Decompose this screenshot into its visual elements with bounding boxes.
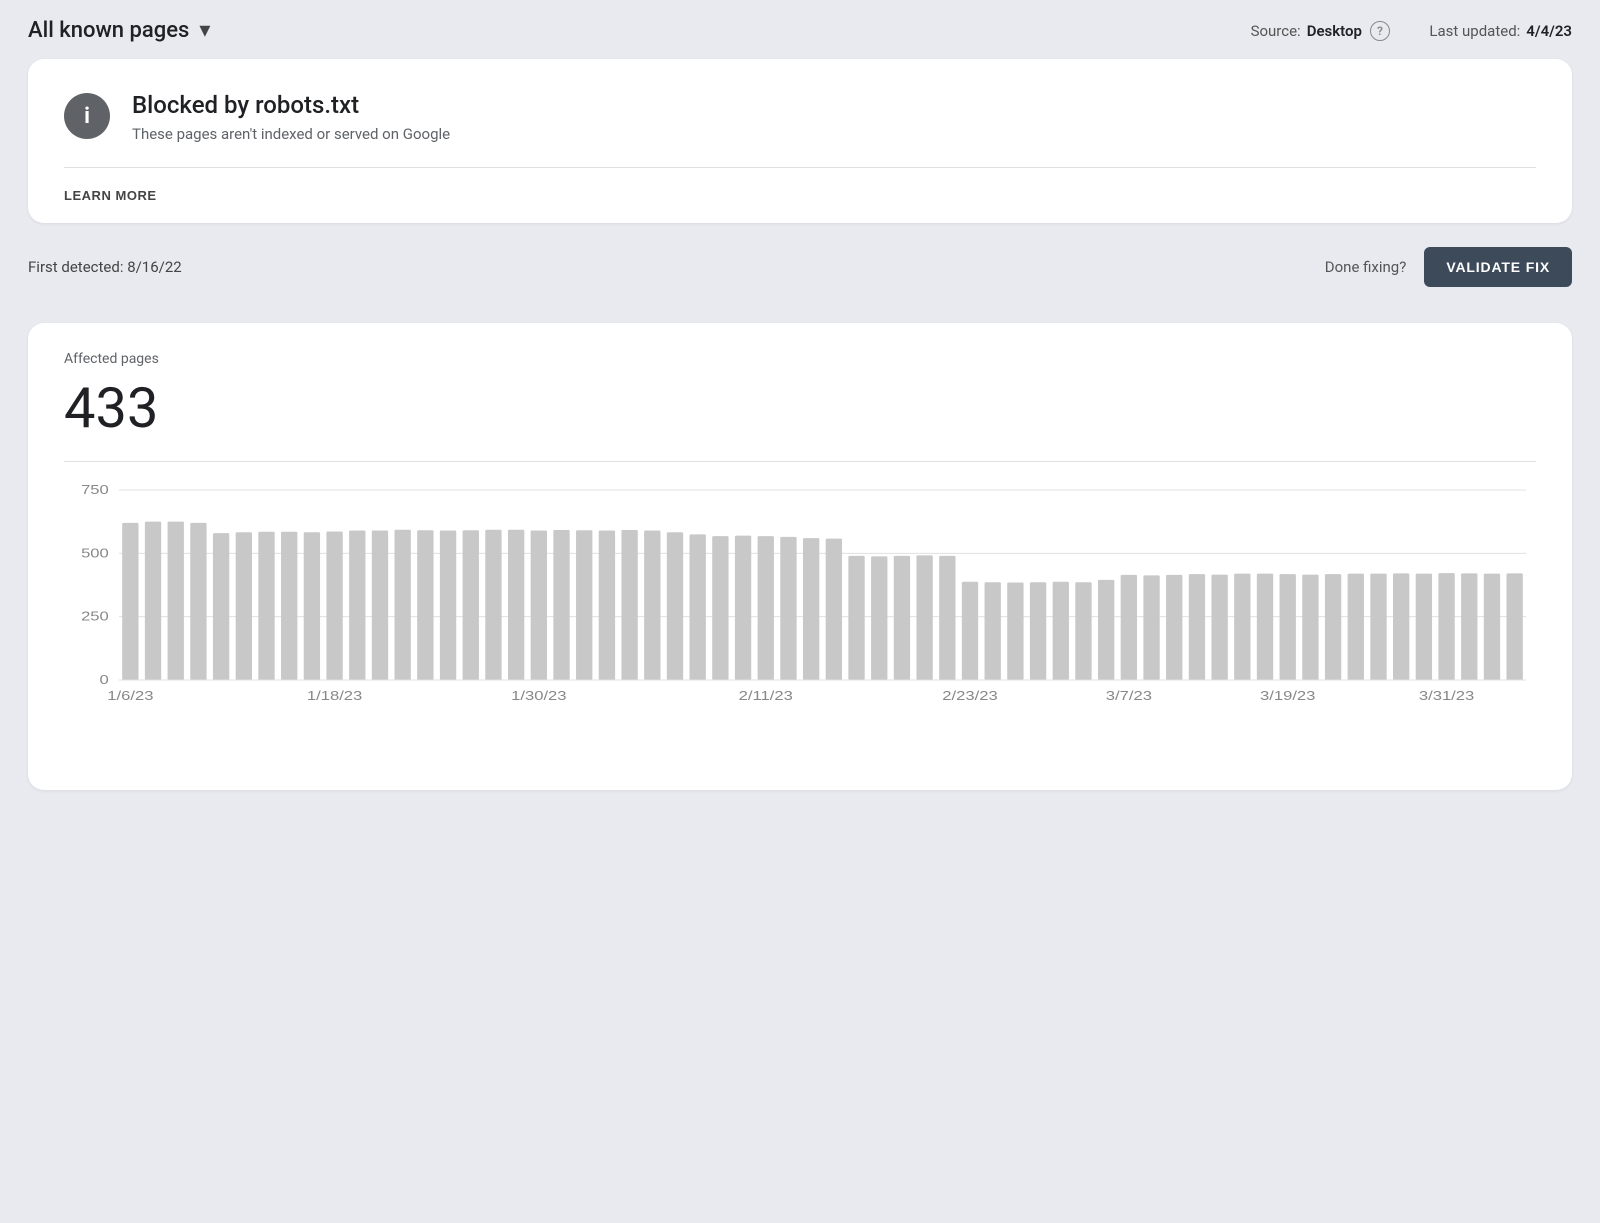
main-container: i Blocked by robots.txt These pages aren… xyxy=(0,59,1600,818)
source-value: Desktop xyxy=(1307,22,1362,40)
help-icon[interactable]: ? xyxy=(1370,21,1390,41)
affected-pages-count: 433 xyxy=(64,375,1536,441)
svg-text:2/23/23: 2/23/23 xyxy=(942,689,997,704)
info-card-title: Blocked by robots.txt xyxy=(132,91,450,119)
info-card-subtitle: These pages aren't indexed or served on … xyxy=(132,125,450,143)
top-bar-left: All known pages ▾ xyxy=(28,18,210,43)
svg-text:3/31/23: 3/31/23 xyxy=(1419,689,1474,704)
svg-text:750: 750 xyxy=(81,483,109,498)
detected-right: Done fixing? VALIDATE FIX xyxy=(1325,247,1572,287)
affected-pages-card: Affected pages 433 0 250 500 750 1/6/23 1/18/… xyxy=(28,323,1572,790)
updated-value: 4/4/23 xyxy=(1526,22,1572,40)
updated-label: Last updated: xyxy=(1429,22,1520,40)
svg-text:1/18/23: 1/18/23 xyxy=(307,689,362,704)
validate-fix-button[interactable]: VALIDATE FIX xyxy=(1424,247,1572,287)
svg-text:1/6/23: 1/6/23 xyxy=(107,689,153,704)
affected-pages-label: Affected pages xyxy=(64,351,1536,367)
svg-text:2/11/23: 2/11/23 xyxy=(739,689,793,704)
svg-text:500: 500 xyxy=(81,546,109,561)
top-bar: All known pages ▾ Source: Desktop ? Last… xyxy=(0,0,1600,59)
info-card-text: Blocked by robots.txt These pages aren't… xyxy=(132,91,450,143)
svg-text:3/7/23: 3/7/23 xyxy=(1106,689,1152,704)
chart-area: 0 250 500 750 1/6/23 1/18/23 1/30/23 2/11/23 2/2… xyxy=(64,462,1536,790)
chart-svg: 02505007501/6/231/18/231/30/232/11/232/2… xyxy=(119,480,1526,750)
info-icon: i xyxy=(64,93,110,139)
top-bar-right: Source: Desktop ? Last updated: 4/4/23 xyxy=(1251,21,1572,41)
svg-text:250: 250 xyxy=(81,609,109,624)
svg-text:1/30/23: 1/30/23 xyxy=(511,689,566,704)
page-title: All known pages xyxy=(28,18,189,43)
info-card-top: i Blocked by robots.txt These pages aren… xyxy=(64,91,1536,167)
info-card: i Blocked by robots.txt These pages aren… xyxy=(28,59,1572,223)
chart-wrap: 0 250 500 750 1/6/23 1/18/23 1/30/23 2/11/23 2/2… xyxy=(64,480,1536,790)
learn-more-button[interactable]: LEARN MORE xyxy=(64,188,157,203)
svg-text:0: 0 xyxy=(100,673,109,688)
done-fixing-text: Done fixing? xyxy=(1325,258,1407,276)
detected-row: First detected: 8/16/22 Done fixing? VAL… xyxy=(28,223,1572,305)
separator xyxy=(1406,22,1413,40)
info-card-bottom: LEARN MORE xyxy=(64,168,1536,223)
dropdown-icon[interactable]: ▾ xyxy=(199,18,210,43)
svg-text:3/19/23: 3/19/23 xyxy=(1260,689,1315,704)
first-detected-text: First detected: 8/16/22 xyxy=(28,258,182,276)
source-label: Source: xyxy=(1251,22,1301,40)
